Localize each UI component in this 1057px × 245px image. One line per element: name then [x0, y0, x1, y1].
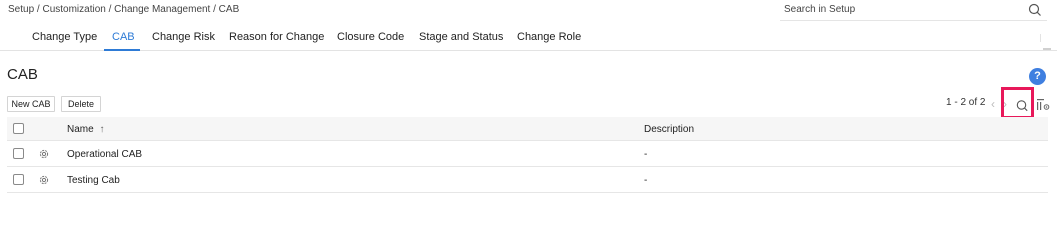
page-title: CAB — [7, 66, 38, 83]
tab-stage-and-status[interactable]: Stage and Status — [419, 31, 503, 43]
tab-change-risk[interactable]: Change Risk — [152, 31, 215, 43]
top-bar: Setup / Customization / Change Managemen… — [0, 0, 1057, 22]
chevron-left-icon[interactable]: ‹ — [988, 96, 998, 112]
row-description: - — [644, 175, 648, 186]
active-tab-indicator — [104, 49, 140, 51]
pagination-info: 1 - 2 of 2 — [946, 97, 986, 108]
name-column-label: Name — [67, 124, 94, 135]
tab-change-type[interactable]: Change Type — [32, 31, 97, 43]
tab-change-role[interactable]: Change Role — [517, 31, 581, 43]
column-settings-icon[interactable] — [1036, 97, 1050, 111]
tab-scroll-handle — [1043, 48, 1051, 50]
search-icon[interactable] — [1027, 2, 1043, 18]
gear-icon[interactable] — [38, 174, 50, 186]
help-icon[interactable]: ? — [1029, 68, 1046, 85]
description-column-header[interactable]: Description — [644, 124, 694, 135]
sort-ascending-icon: ↑ — [99, 124, 105, 135]
tab-cab[interactable]: CAB — [112, 31, 135, 43]
row-description: - — [644, 149, 648, 160]
table-header: Name ↑ Description — [7, 117, 1048, 141]
search-placeholder: Search in Setup — [784, 4, 856, 15]
row-checkbox[interactable] — [13, 174, 24, 185]
breadcrumb: Setup / Customization / Change Managemen… — [8, 4, 240, 15]
row-checkbox[interactable] — [13, 148, 24, 159]
name-column-header[interactable]: Name ↑ — [67, 124, 104, 135]
tab-reason-for-change[interactable]: Reason for Change — [229, 31, 324, 43]
tab-closure-code[interactable]: Closure Code — [337, 31, 404, 43]
table-row[interactable]: Operational CAB - — [7, 141, 1048, 167]
search-highlight-box — [1001, 87, 1034, 119]
tab-divider — [1040, 34, 1041, 42]
setup-search-input[interactable]: Search in Setup — [780, 0, 1047, 21]
row-name[interactable]: Operational CAB — [67, 149, 142, 160]
table-row[interactable]: Testing Cab - — [7, 167, 1048, 193]
gear-icon[interactable] — [38, 148, 50, 160]
new-cab-button[interactable]: New CAB — [7, 96, 55, 112]
row-name[interactable]: Testing Cab — [67, 175, 120, 186]
select-all-checkbox[interactable] — [13, 123, 24, 134]
delete-button[interactable]: Delete — [61, 96, 101, 112]
settings-tabs: Change Type CAB Change Risk Reason for C… — [0, 24, 1057, 51]
